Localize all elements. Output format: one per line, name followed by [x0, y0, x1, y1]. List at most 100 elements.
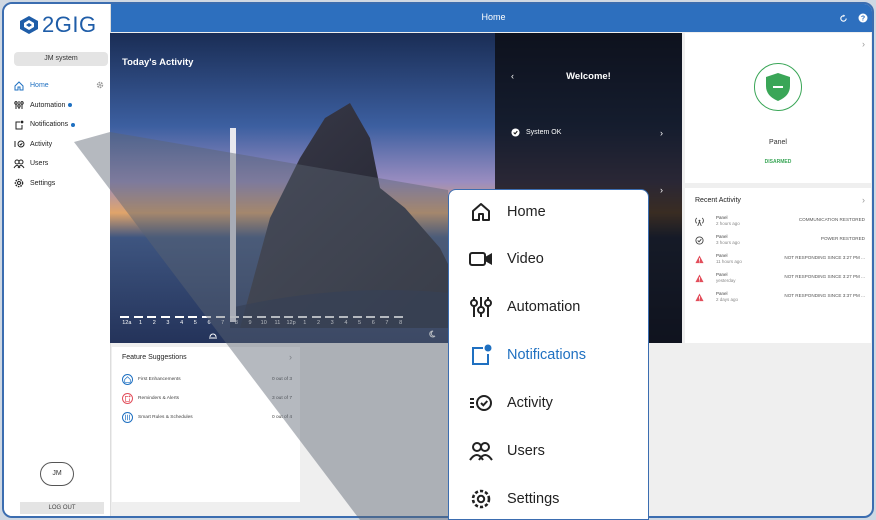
sidebar-item-label: Activity: [30, 140, 53, 148]
warning-icon: [695, 255, 704, 264]
magnified-nav-menu: Home Video Automation Notifications Acti…: [448, 189, 649, 520]
hour-label: 7: [385, 320, 389, 326]
sidebar-item-activity[interactable]: Activity: [12, 135, 108, 155]
antenna-icon: [695, 217, 704, 226]
menu-item-label: Home: [507, 204, 546, 220]
chevron-right-icon[interactable]: ›: [660, 128, 663, 138]
refresh-icon[interactable]: [839, 10, 848, 28]
activity-row[interactable]: Panel 3 hours ago POWER RESTORED: [695, 234, 865, 250]
warning-icon: [695, 293, 704, 302]
app-window: 2GIG JM system Home Automation Notificat…: [2, 2, 874, 518]
hour-label: 4: [180, 320, 184, 326]
hour-label: 12p: [286, 320, 296, 326]
hour-label: 12a: [122, 320, 132, 326]
chevron-right-icon[interactable]: ›: [289, 352, 292, 362]
hour-label: 9: [248, 320, 252, 326]
chevron-right-icon[interactable]: ›: [660, 185, 663, 195]
notifications-icon: [122, 392, 133, 404]
gear-icon[interactable]: [96, 81, 104, 91]
top-header: Home ?: [111, 4, 872, 32]
arm-status: DISARMED: [764, 159, 792, 165]
hour-label: 8: [399, 320, 403, 326]
hour-label: 7: [221, 320, 225, 326]
activity-message: COMMUNICATION RESTORED: [798, 217, 865, 222]
hour-label: 1: [303, 320, 307, 326]
page-title: Home: [481, 12, 506, 22]
sidebar-item-automation[interactable]: Automation: [12, 96, 108, 116]
activity-row[interactable]: Panel 2 days ago NOT RESPONDING SINCE 3:…: [695, 291, 865, 307]
notifications-icon: [469, 343, 493, 367]
svg-text:?: ?: [861, 16, 865, 23]
hour-label: 1: [139, 320, 143, 326]
activity-time: 2 hours ago: [716, 221, 740, 226]
hour-label: 8: [234, 320, 238, 326]
users-icon: [469, 439, 493, 463]
hour-label: 2: [152, 320, 156, 326]
activity-time: 11 hours ago: [716, 259, 742, 264]
feature-row[interactable]: Reminders & Alerts 3 out of 7: [122, 390, 292, 406]
sunrise-icon: [209, 333, 217, 339]
hour-label: 3: [166, 320, 170, 326]
sidebar-item-home[interactable]: Home: [12, 76, 108, 96]
menu-item-label: Notifications: [507, 347, 586, 363]
panel-status-card[interactable]: › Panel DISARMED: [685, 33, 871, 183]
feature-row[interactable]: Smart Rules & Schedules 0 out of 4: [122, 409, 292, 425]
activity-time: 3 hours ago: [716, 240, 740, 245]
activity-message: NOT RESPONDING SINCE 3:27 PM ...: [784, 255, 865, 260]
feature-suggestions-title: Feature Suggestions: [122, 354, 187, 361]
activity-message: NOT RESPONDING SINCE 3:37 PM ...: [784, 293, 865, 298]
hour-label: 5: [193, 320, 197, 326]
menu-item-notifications[interactable]: Notifications: [469, 343, 586, 367]
logout-button[interactable]: LOG OUT: [20, 502, 104, 514]
hour-label: 2: [316, 320, 320, 326]
menu-item-users[interactable]: Users: [469, 439, 545, 463]
avatar[interactable]: JM: [40, 462, 74, 486]
activity-time: yesterday: [716, 278, 736, 283]
activity-source: Panel: [716, 272, 728, 277]
sidebar-item-users[interactable]: Users: [12, 154, 108, 174]
activity-source: Panel: [716, 215, 728, 220]
help-icon[interactable]: ?: [858, 10, 868, 28]
home-icon: [469, 200, 493, 224]
hour-label: 6: [207, 320, 211, 326]
menu-item-activity[interactable]: Activity: [469, 391, 553, 415]
menu-item-settings[interactable]: Settings: [469, 487, 559, 511]
menu-item-label: Settings: [507, 491, 560, 507]
users-icon: [12, 159, 26, 169]
welcome-title: Welcome!: [566, 71, 611, 82]
activity-time-marker: [230, 128, 236, 322]
menu-item-automation[interactable]: Automation: [469, 295, 580, 319]
system-status[interactable]: System OK: [511, 128, 561, 137]
unread-dot: [68, 103, 73, 108]
brand-logo[interactable]: 2GIG: [19, 12, 97, 38]
chevron-right-icon[interactable]: ›: [862, 39, 865, 49]
feature-progress: 3 out of 7: [271, 395, 292, 401]
menu-item-home[interactable]: Home: [469, 200, 546, 224]
automation-icon: [469, 295, 493, 319]
chevron-right-icon[interactable]: ›: [862, 195, 865, 205]
hour-dashes: [120, 316, 407, 318]
menu-item-video[interactable]: Video: [469, 247, 544, 271]
settings-icon: [469, 487, 493, 511]
user-selector[interactable]: JM system: [14, 52, 108, 66]
sidebar-item-settings[interactable]: Settings: [12, 174, 108, 194]
home-icon: [12, 81, 26, 91]
activity-time: 2 days ago: [716, 297, 739, 302]
activity-row[interactable]: Panel 2 hours ago COMMUNICATION RESTORED: [695, 215, 865, 231]
home-icon: [122, 373, 133, 385]
activity-row[interactable]: Panel 11 hours ago NOT RESPONDING SINCE …: [695, 253, 865, 269]
feature-row[interactable]: First Enhancements 0 out of 3: [122, 371, 292, 387]
recent-activity-title: Recent Activity: [695, 197, 741, 204]
automation-icon: [122, 411, 133, 423]
activity-source: Panel: [716, 291, 728, 296]
activity-message: POWER RESTORED: [820, 236, 865, 241]
shield-icon: [766, 73, 790, 101]
warning-icon: [695, 274, 704, 283]
menu-item-label: Activity: [507, 395, 553, 411]
sidebar-item-notifications[interactable]: Notifications: [12, 115, 108, 135]
activity-row[interactable]: Panel yesterday NOT RESPONDING SINCE 3:2…: [695, 272, 865, 288]
feature-progress: 0 out of 4: [271, 414, 292, 420]
shield-ring: [754, 63, 802, 111]
feature-progress: 0 out of 3: [271, 376, 292, 382]
panel-label: Panel: [769, 139, 787, 146]
